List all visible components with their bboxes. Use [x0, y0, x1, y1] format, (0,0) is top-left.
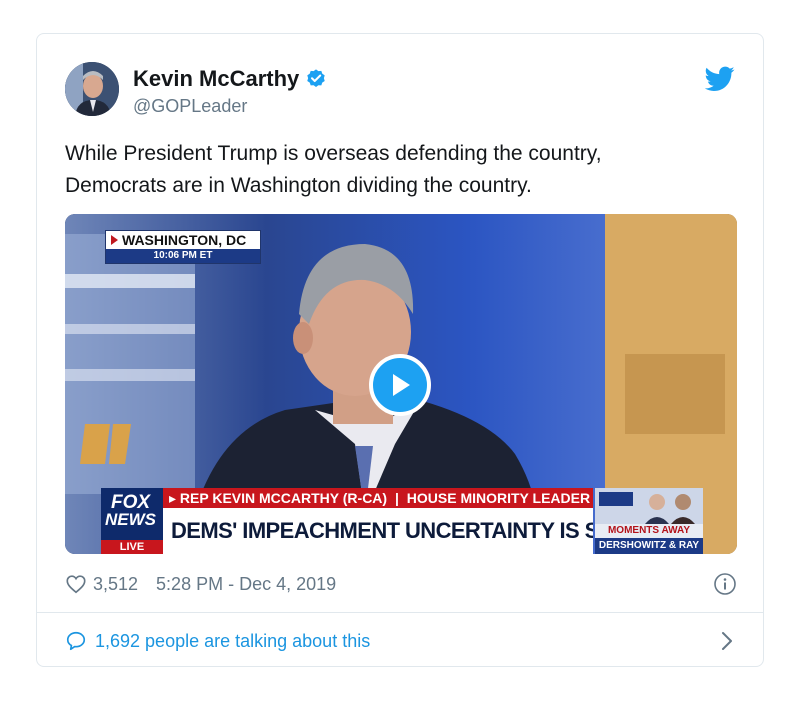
tweet-header: Kevin McCarthy @GOPLeader — [65, 62, 735, 122]
author-handle[interactable]: @GOPLeader — [133, 96, 247, 117]
location-bug: WASHINGTON, DC 10:06 PM ET — [105, 230, 261, 264]
location-time: 10:06 PM ET — [106, 249, 260, 263]
tweet-meta: 3,512 5:28 PM - Dec 4, 2019 — [65, 572, 737, 596]
twitter-bird-icon[interactable] — [705, 66, 735, 92]
location-label: WASHINGTON, DC — [122, 232, 247, 248]
conversation-label: 1,692 people are talking about this — [95, 630, 371, 651]
side-promo-names: DERSHOWITZ & RAY — [595, 538, 703, 554]
heart-icon[interactable] — [65, 573, 87, 595]
chyron-name: REP KEVIN MCCARTHY (R-CA) — [179, 490, 388, 506]
speech-bubble-icon — [66, 631, 86, 651]
tweet-timestamp[interactable]: 5:28 PM - Dec 4, 2019 — [156, 574, 336, 595]
logo-line-2: NEWS — [105, 510, 156, 529]
chyron-name-strap: ▸ REP KEVIN MCCARTHY (R-CA) | HOUSE MINO… — [163, 488, 593, 508]
video-player[interactable]: WASHINGTON, DC 10:06 PM ET FOX NEWS LIVE… — [65, 214, 737, 554]
logo-line-3: LIVE — [101, 540, 163, 554]
tweet-card: Kevin McCarthy @GOPLeader While Presiden… — [36, 33, 764, 667]
chyron-headline: DEMS' IMPEACHMENT UNCERTAINTY IS SCARING… — [163, 508, 593, 554]
side-promo-thumbnail — [595, 488, 703, 524]
side-promo-label: MOMENTS AWAY — [607, 525, 691, 536]
avatar[interactable] — [65, 62, 119, 116]
news-lower-third: FOX NEWS LIVE ▸ REP KEVIN MCCARTHY (R-CA… — [65, 486, 737, 554]
author-name[interactable]: Kevin McCarthy — [133, 66, 299, 92]
tweet-text-line-2: Democrats are in Washington dividing the… — [65, 174, 532, 197]
like-count[interactable]: 3,512 — [93, 574, 138, 595]
play-icon — [393, 374, 410, 396]
info-icon[interactable] — [713, 572, 737, 596]
chevron-right-icon — [722, 632, 732, 650]
tweet-text: While President Trump is overseas defend… — [65, 138, 737, 202]
footer-divider — [37, 612, 763, 613]
verified-badge-icon — [307, 69, 325, 87]
side-promo: MOMENTS AWAY DERSHOWITZ & RAY — [595, 488, 703, 554]
fox-news-logo: FOX NEWS LIVE — [101, 488, 163, 554]
author-row: Kevin McCarthy — [133, 66, 327, 92]
tweet-text-line-1: While President Trump is overseas defend… — [65, 142, 602, 165]
chyron-title: HOUSE MINORITY LEADER — [406, 490, 591, 506]
play-button[interactable] — [369, 354, 431, 416]
conversation-link[interactable]: 1,692 people are talking about this — [65, 628, 737, 654]
